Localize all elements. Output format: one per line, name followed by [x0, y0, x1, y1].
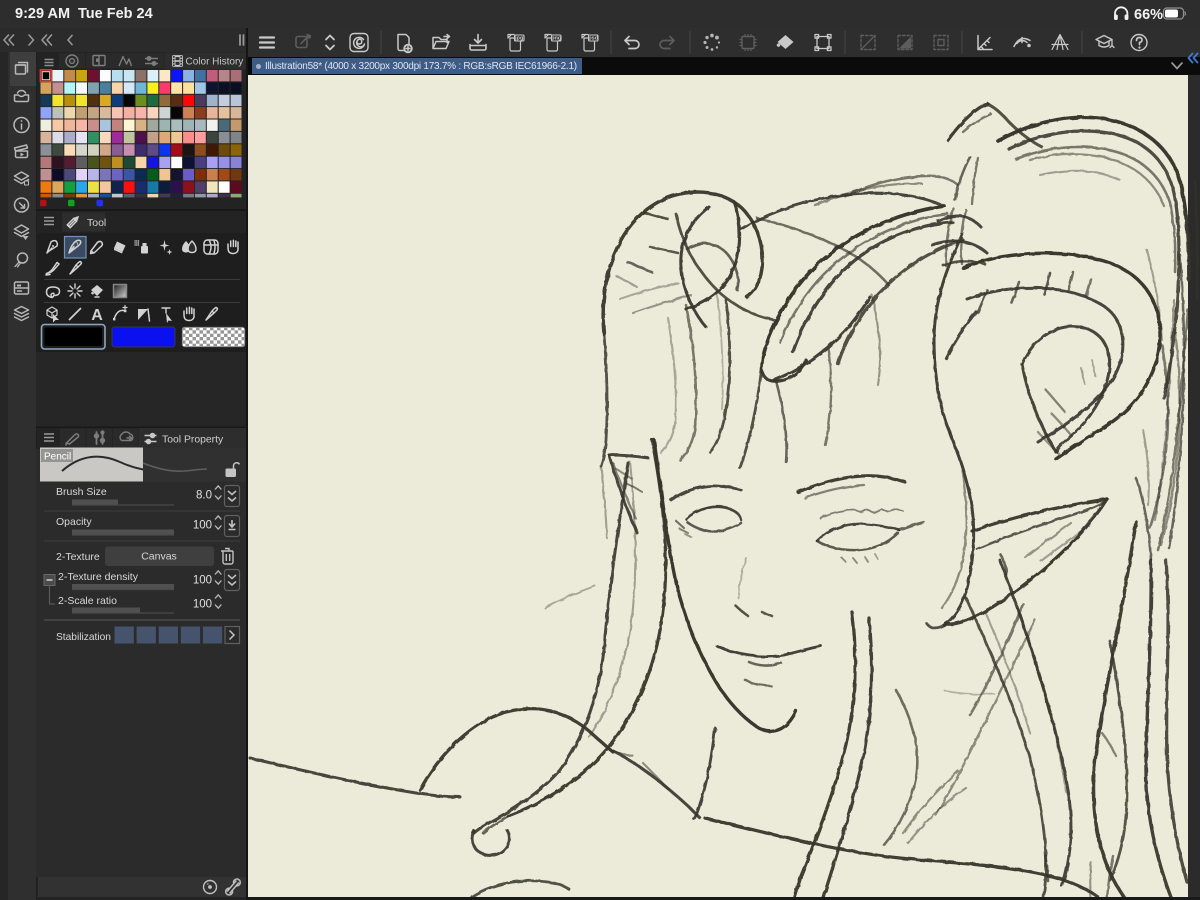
svg-text:2-Scale ratio: 2-Scale ratio	[58, 595, 117, 607]
svg-text:2-Texture density: 2-Texture density	[58, 571, 139, 583]
svg-text:100: 100	[193, 599, 212, 611]
svg-text:Pencil: Pencil	[44, 452, 71, 463]
svg-text:jpg: jpg	[514, 36, 524, 42]
svg-text:100: 100	[193, 575, 212, 587]
svg-text:A: A	[91, 307, 103, 324]
svg-text:Tool Property: Tool Property	[162, 435, 224, 446]
svg-text:Stabilization: Stabilization	[56, 632, 111, 643]
svg-text:8.0: 8.0	[196, 490, 212, 502]
svg-text:Tool: Tool	[87, 217, 106, 229]
svg-text:Brush Size: Brush Size	[56, 486, 107, 498]
svg-text:psd: psd	[588, 36, 599, 42]
svg-text:Color History: Color History	[186, 57, 244, 68]
svg-text:Canvas: Canvas	[141, 551, 177, 563]
svg-text:Opacity: Opacity	[56, 516, 92, 528]
svg-text:png: png	[551, 36, 562, 42]
svg-text:100: 100	[193, 520, 212, 532]
svg-text:2-Texture: 2-Texture	[56, 551, 100, 563]
